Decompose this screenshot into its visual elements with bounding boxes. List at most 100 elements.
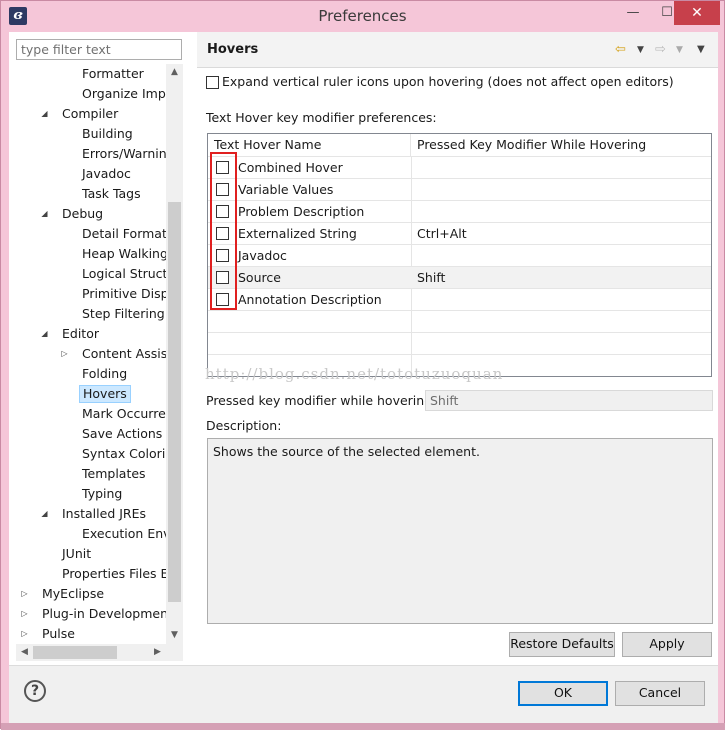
tree-item-label: Installed JREs — [62, 506, 147, 521]
column-header-name[interactable]: Text Hover Name — [208, 134, 411, 157]
tree-item[interactable]: Hovers — [16, 384, 166, 404]
tree-item-label: Javadoc — [82, 166, 131, 181]
table-row[interactable]: Variable Values — [208, 179, 711, 201]
tree-item[interactable]: Typing — [16, 484, 166, 504]
row-gridline — [208, 244, 711, 245]
checkbox-highlight-box — [210, 152, 237, 310]
expanded-twisty-icon[interactable]: ◢ — [40, 104, 49, 124]
tree-horizontal-scrollbar[interactable]: ◀ ▶ — [16, 644, 166, 661]
table-row[interactable]: Problem Description — [208, 201, 711, 223]
tree-item[interactable]: Primitive Displa — [16, 284, 166, 304]
apply-button[interactable]: Apply — [622, 632, 712, 657]
tree-item[interactable]: JUnit — [16, 544, 166, 564]
modifier-cell: Ctrl+Alt — [417, 226, 467, 241]
table-row[interactable]: Javadoc — [208, 245, 711, 267]
pane-sash[interactable] — [187, 32, 193, 672]
tree-item[interactable]: Folding — [16, 364, 166, 384]
tree-item[interactable]: Detail Formatte — [16, 224, 166, 244]
tree-item[interactable]: Javadoc — [16, 164, 166, 184]
back-dropdown-icon[interactable]: ▼ — [637, 45, 644, 55]
forward-dropdown-icon[interactable]: ▼ — [676, 45, 683, 55]
scroll-right-icon[interactable]: ▶ — [149, 644, 166, 661]
tree-item-label: Primitive Displa — [82, 286, 166, 301]
tree-item-label: Hovers — [79, 385, 131, 403]
tree-item[interactable]: Formatter — [16, 64, 166, 84]
collapsed-twisty-icon[interactable]: ▷ — [20, 604, 29, 624]
column-header-modifier[interactable]: Pressed Key Modifier While Hovering — [411, 134, 711, 157]
expanded-twisty-icon[interactable]: ◢ — [40, 504, 49, 524]
back-arrow-icon[interactable]: ⇦ — [615, 42, 626, 57]
row-gridline — [208, 310, 711, 311]
row-gridline — [208, 178, 711, 179]
expand-ruler-checkbox[interactable] — [206, 76, 219, 89]
tree-item[interactable]: Save Actions — [16, 424, 166, 444]
tree-item[interactable]: ◢ Installed JREs — [16, 504, 166, 524]
tree-item[interactable]: Heap Walking — [16, 244, 166, 264]
tree-item[interactable]: ◢ Debug — [16, 204, 166, 224]
tree-item[interactable]: ▷ Content Assist — [16, 344, 166, 364]
hover-name-cell: Javadoc — [238, 248, 287, 263]
tree-item[interactable]: Task Tags — [16, 184, 166, 204]
tree-item-label: Save Actions — [82, 426, 163, 441]
tree-item-label: Mark Occurren — [82, 406, 166, 421]
hover-name-cell: Problem Description — [238, 204, 365, 219]
table-row[interactable]: Combined Hover — [208, 157, 711, 179]
forward-arrow-icon[interactable]: ⇨ — [655, 42, 666, 57]
preferences-window: ɞ Preferences — ☐ ✕ Formatter Organize Im… — [0, 0, 725, 730]
scroll-thumb[interactable] — [168, 202, 181, 602]
minimize-button[interactable]: — — [616, 1, 650, 25]
tree-item-label: Logical Structur — [82, 266, 166, 281]
tree-vertical-scrollbar[interactable]: ▲ ▼ — [166, 64, 183, 644]
help-icon[interactable]: ? — [24, 680, 46, 702]
row-gridline — [208, 200, 711, 201]
hover-table: Text Hover Name Pressed Key Modifier Whi… — [207, 133, 712, 377]
tree-item-label: Errors/Warning — [82, 146, 166, 161]
hover-name-cell: Combined Hover — [238, 160, 343, 175]
key-prefs-label: Text Hover key modifier preferences: — [206, 110, 437, 125]
modifier-field[interactable]: Shift — [425, 390, 713, 411]
expanded-twisty-icon[interactable]: ◢ — [40, 204, 49, 224]
tree-item[interactable]: Organize Impo — [16, 84, 166, 104]
tree-item[interactable]: ▷ MyEclipse — [16, 584, 166, 604]
title-bar[interactable]: ɞ Preferences — ☐ ✕ — [1, 1, 724, 32]
ok-button[interactable]: OK — [518, 681, 608, 706]
collapsed-twisty-icon[interactable]: ▷ — [20, 624, 29, 644]
table-row[interactable]: Source Shift — [208, 267, 711, 289]
scroll-up-icon[interactable]: ▲ — [166, 64, 183, 81]
tree-item[interactable]: Syntax Coloring — [16, 444, 166, 464]
view-menu-icon[interactable]: ▼ — [697, 44, 705, 55]
tree-item[interactable]: Templates — [16, 464, 166, 484]
row-gridline — [208, 266, 711, 267]
cancel-button[interactable]: Cancel — [615, 681, 705, 706]
tree-item[interactable]: ▷ Pulse — [16, 624, 166, 644]
scroll-left-icon[interactable]: ◀ — [16, 644, 33, 661]
tree-item[interactable]: Properties Files Ed — [16, 564, 166, 584]
tree-item-label: Editor — [62, 326, 99, 341]
collapsed-twisty-icon[interactable]: ▷ — [60, 344, 69, 364]
row-gridline — [208, 332, 711, 333]
tree-item[interactable]: Building — [16, 124, 166, 144]
page-header: Hovers ⇦ ▼ ⇨ ▼ ▼ — [197, 32, 718, 68]
hover-name-cell: Externalized String — [238, 226, 357, 241]
expand-ruler-label: Expand vertical ruler icons upon hoverin… — [222, 74, 674, 89]
table-row[interactable]: Externalized String Ctrl+Alt — [208, 223, 711, 245]
hscroll-thumb[interactable] — [33, 646, 117, 659]
close-button[interactable]: ✕ — [674, 1, 720, 25]
filter-input[interactable] — [16, 39, 182, 60]
tree-item-label: Execution Envir — [82, 526, 166, 541]
collapsed-twisty-icon[interactable]: ▷ — [20, 584, 29, 604]
expanded-twisty-icon[interactable]: ◢ — [40, 324, 49, 344]
tree-item[interactable]: Execution Envir — [16, 524, 166, 544]
tree-item[interactable]: Mark Occurren — [16, 404, 166, 424]
tree-item-label: Templates — [82, 466, 146, 481]
tree-item-label: Properties Files Ed — [62, 566, 166, 581]
restore-defaults-button[interactable]: Restore Defaults — [509, 632, 615, 657]
tree-item[interactable]: Step Filtering — [16, 304, 166, 324]
scroll-down-icon[interactable]: ▼ — [166, 627, 183, 644]
table-row[interactable]: Annotation Description — [208, 289, 711, 311]
tree-item[interactable]: ◢ Editor — [16, 324, 166, 344]
tree-item[interactable]: ▷ Plug-in Development — [16, 604, 166, 624]
tree-item[interactable]: Errors/Warning — [16, 144, 166, 164]
tree-item[interactable]: ◢ Compiler — [16, 104, 166, 124]
tree-item[interactable]: Logical Structur — [16, 264, 166, 284]
